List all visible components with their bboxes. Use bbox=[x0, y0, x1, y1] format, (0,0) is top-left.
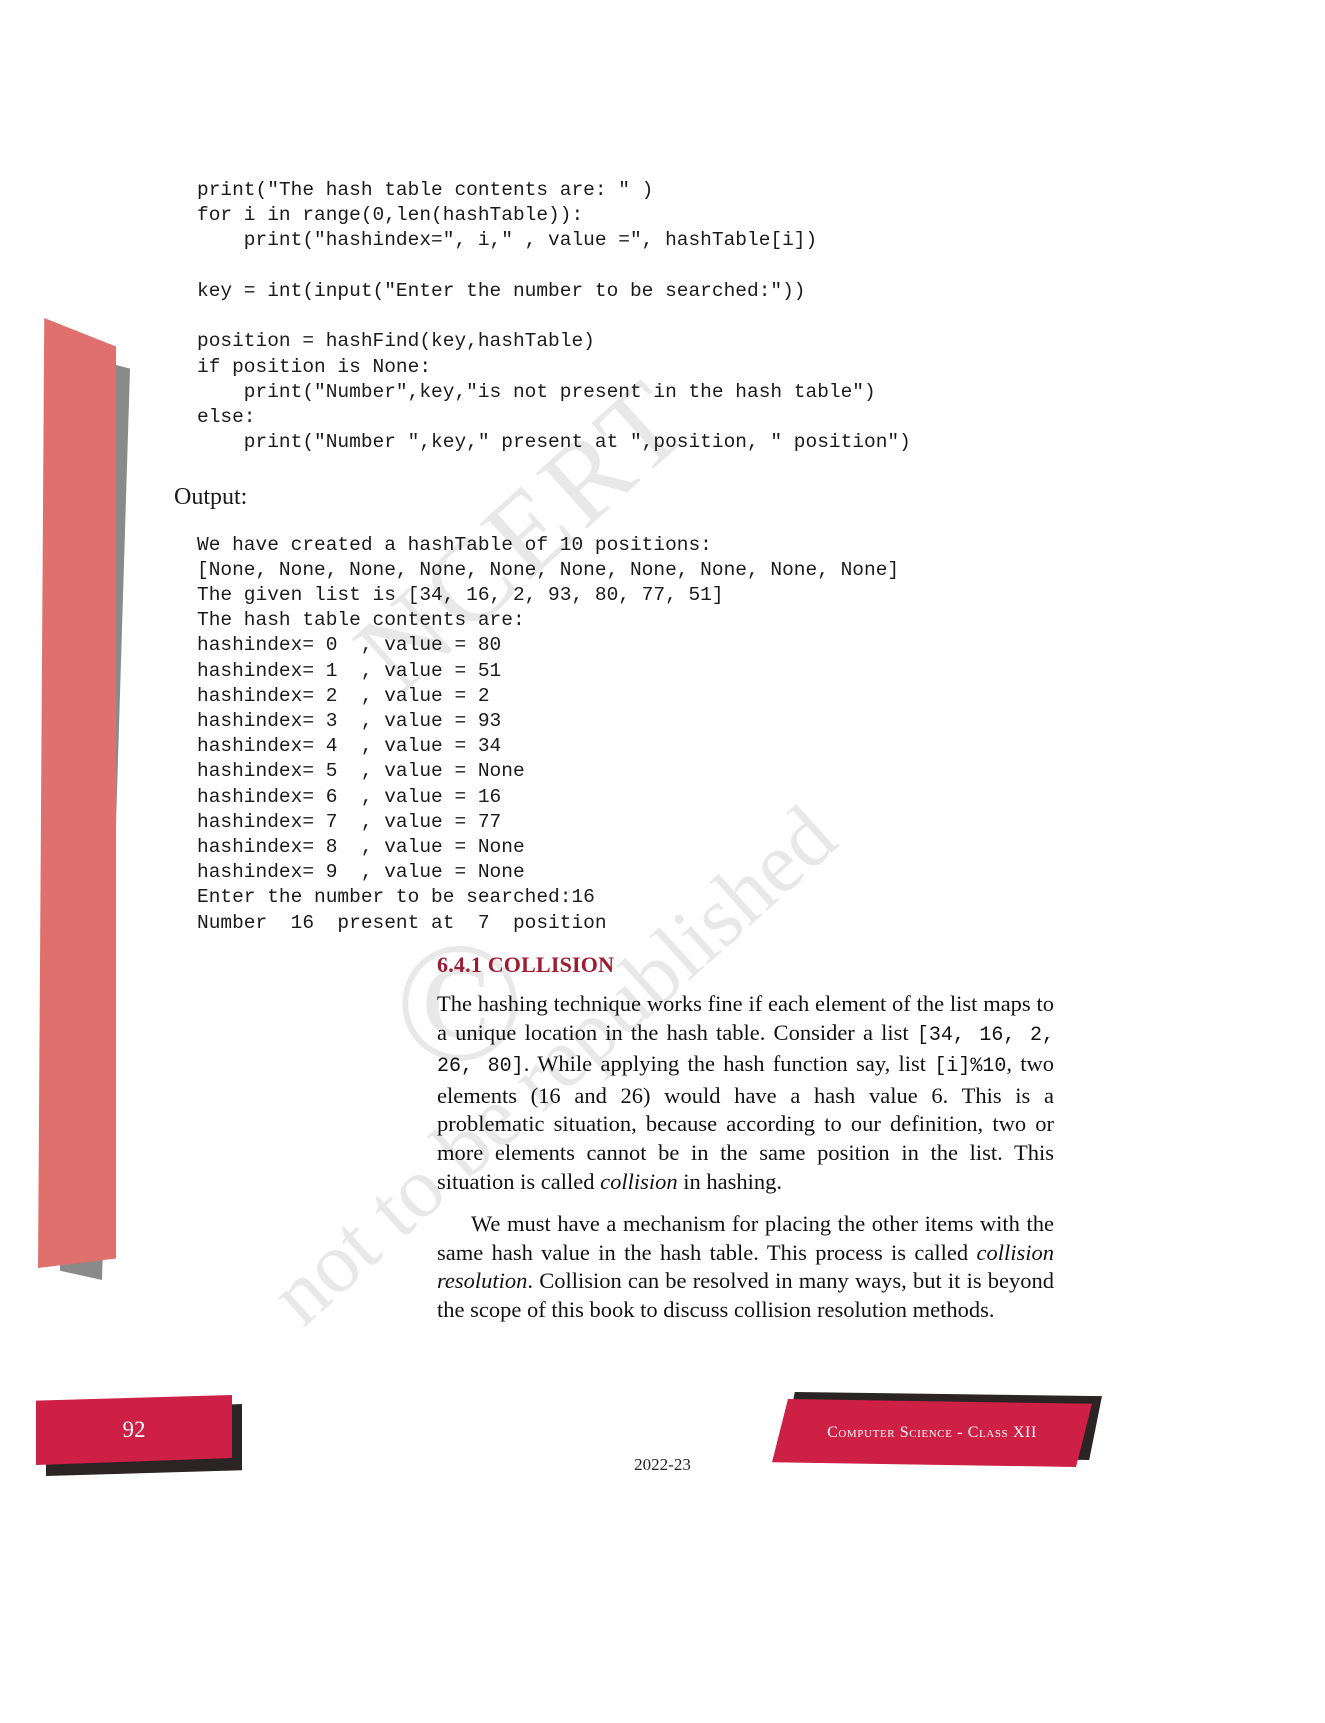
body-text-column: The hashing technique works fine if each… bbox=[437, 990, 1054, 1325]
paragraph-collision-resolution: We must have a mechanism for placing the… bbox=[437, 1210, 1054, 1324]
edition-year: 2022-23 bbox=[634, 1455, 691, 1474]
para1-part2: . While applying the hash function say, … bbox=[523, 1051, 935, 1077]
program-output-block: We have created a hashTable of 10 positi… bbox=[197, 533, 900, 934]
para1-part4: in hashing. bbox=[677, 1168, 782, 1194]
section-heading-collision: 6.4.1 COLLISION bbox=[437, 952, 615, 977]
para1-code2: [i]%10 bbox=[934, 1055, 1007, 1079]
para2-part2: . Collision can be resolved in many ways… bbox=[437, 1268, 1054, 1322]
textbook-page: NCERT not to be republished © print("The… bbox=[0, 0, 1325, 1723]
paragraph-collision-definition: The hashing technique works fine if each… bbox=[437, 990, 1054, 1196]
python-code-block: print("The hash table contents are: " ) … bbox=[197, 178, 911, 454]
output-label: Output: bbox=[174, 484, 248, 510]
para1-italic-collision: collision bbox=[600, 1168, 678, 1194]
para2-part1: We must have a mechanism for placing the… bbox=[437, 1211, 1054, 1265]
decorative-red-bar bbox=[38, 318, 116, 1268]
